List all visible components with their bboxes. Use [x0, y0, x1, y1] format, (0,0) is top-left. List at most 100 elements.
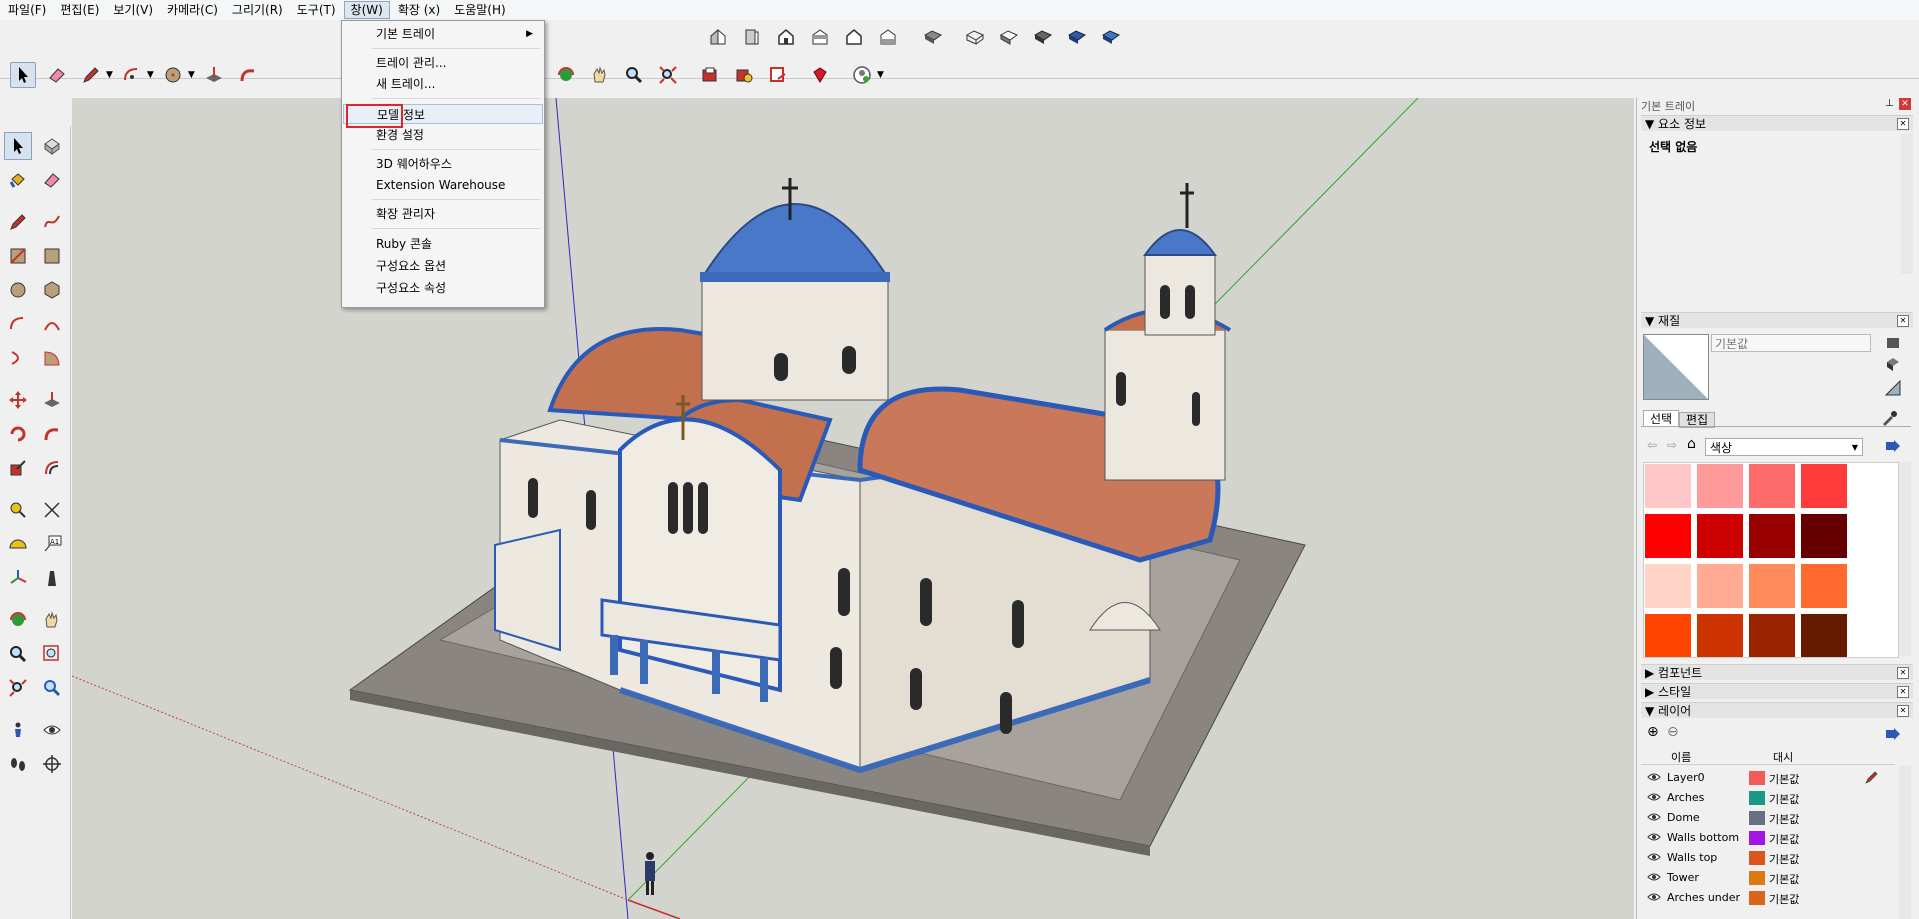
layer-color-swatch[interactable] [1749, 771, 1765, 785]
chevron-down-icon[interactable]: ▼ [877, 70, 884, 80]
push-pull-tool-icon[interactable] [201, 62, 227, 88]
polygon-tool-icon[interactable] [38, 276, 66, 304]
shaded-textures-style-icon[interactable] [1064, 24, 1090, 50]
line-tool-icon[interactable] [4, 208, 32, 236]
layer-color-swatch[interactable] [1749, 831, 1765, 845]
dimension-tool-icon[interactable] [38, 496, 66, 524]
layer-dash[interactable]: 기본값 [1769, 771, 1799, 787]
select-tool-icon[interactable] [4, 132, 32, 160]
eye-icon[interactable] [1647, 792, 1661, 802]
color-swatch[interactable] [1644, 463, 1692, 509]
arc-tool-icon[interactable] [119, 62, 145, 88]
layer-row[interactable]: Arches 기본값 [1641, 788, 1889, 808]
material-name-field[interactable]: 기본값 [1711, 334, 1871, 352]
color-swatch[interactable] [1644, 613, 1692, 657]
close-icon[interactable]: ✕ [1897, 118, 1909, 130]
xray-style-icon[interactable] [920, 24, 946, 50]
menu-2[interactable]: 보기(V) [107, 1, 159, 19]
layer-row[interactable]: Dome 기본값 [1641, 808, 1889, 828]
layer-color-swatch[interactable] [1749, 871, 1765, 885]
menu-7[interactable]: 확장 (x) [392, 1, 446, 19]
section-plane-icon[interactable] [38, 750, 66, 778]
share-model-icon[interactable] [731, 62, 757, 88]
hidden-line-style-icon[interactable] [996, 24, 1022, 50]
scale-tool-icon[interactable] [4, 454, 32, 482]
pan-tool-icon[interactable] [38, 606, 66, 634]
layer-color-swatch[interactable] [1749, 811, 1765, 825]
tape-measure-icon[interactable] [4, 496, 32, 524]
look-around-icon[interactable] [38, 716, 66, 744]
tab-select[interactable]: 선택 [1643, 410, 1679, 427]
forward-arrow-icon[interactable]: ⇨ [1667, 438, 1677, 452]
color-swatch[interactable] [1748, 613, 1796, 657]
close-icon[interactable]: ✕ [1897, 686, 1909, 698]
menu-3[interactable]: 카메라(C) [161, 1, 224, 19]
front-view-icon[interactable] [773, 24, 799, 50]
components-header[interactable]: ▶ 컴포넌트 ✕ [1641, 664, 1913, 680]
top-view-icon[interactable] [739, 24, 765, 50]
close-icon[interactable]: ✕ [1899, 98, 1911, 110]
text-tool-icon[interactable]: A1 [38, 530, 66, 558]
menu-8[interactable]: 도움말(H) [448, 1, 512, 19]
rotated-rectangle-tool-icon[interactable] [38, 242, 66, 270]
delete-layer-icon[interactable]: ⊖ [1667, 724, 1679, 740]
wireframe-style-icon[interactable] [962, 24, 988, 50]
eraser-tool-icon[interactable] [38, 166, 66, 194]
select-tool-icon[interactable] [10, 62, 36, 88]
back-view-icon[interactable] [841, 24, 867, 50]
make-component-icon[interactable] [38, 132, 66, 160]
color-swatch[interactable] [1644, 513, 1692, 559]
layer-dash[interactable]: 기본값 [1769, 851, 1799, 867]
pin-icon[interactable]: ⊥ [1885, 99, 1895, 109]
menu-4[interactable]: 그리기(R) [226, 1, 289, 19]
layer-row[interactable]: Layer0 기본값 [1641, 768, 1889, 788]
color-swatch[interactable] [1696, 563, 1744, 609]
previous-view-icon[interactable] [38, 674, 66, 702]
close-icon[interactable]: ✕ [1897, 315, 1909, 327]
three-point-arc-icon[interactable] [4, 344, 32, 372]
layer-row[interactable]: Walls top 기본값 [1641, 848, 1889, 868]
default-material-icon[interactable] [1885, 356, 1903, 372]
materials-header[interactable]: ▼ 재질 ✕ [1641, 312, 1913, 328]
color-swatch[interactable] [1696, 513, 1744, 559]
eye-icon[interactable] [1647, 772, 1661, 782]
close-icon[interactable]: ✕ [1897, 667, 1909, 679]
eye-icon[interactable] [1647, 832, 1661, 842]
two-point-arc-icon[interactable] [38, 310, 66, 338]
color-swatch[interactable] [1800, 513, 1848, 559]
3d-text-icon[interactable] [38, 564, 66, 592]
offset-tool-icon[interactable] [38, 454, 66, 482]
create-material-icon[interactable] [1885, 334, 1903, 350]
menu-6[interactable]: 창(W) [343, 1, 390, 19]
model-viewport[interactable] [72, 98, 1634, 919]
menu-item-component-attributes[interactable]: 구성요소 속성 [343, 278, 543, 298]
scrollbar[interactable] [1901, 134, 1913, 274]
layer-dash[interactable]: 기본값 [1769, 871, 1799, 887]
menu-1[interactable]: 편집(E) [54, 1, 105, 19]
menu-item-component-options[interactable]: 구성요소 옵션 [343, 256, 543, 276]
pie-tool-icon[interactable] [38, 344, 66, 372]
chevron-down-icon[interactable]: ▼ [188, 70, 195, 80]
color-swatch[interactable] [1800, 463, 1848, 509]
pencil-tool-icon[interactable] [78, 62, 104, 88]
color-swatch[interactable] [1748, 463, 1796, 509]
layer-row[interactable]: Tower 기본값 [1641, 868, 1889, 888]
warehouse-icon[interactable] [697, 62, 723, 88]
menu-item-manage-trays[interactable]: 트레이 관리... [343, 53, 543, 73]
shaded-style-icon[interactable] [1030, 24, 1056, 50]
orbit-tool-icon[interactable] [4, 606, 32, 634]
color-swatch[interactable] [1800, 613, 1848, 657]
layer-row[interactable]: Walls bottom 기본값 [1641, 828, 1889, 848]
menu-0[interactable]: 파일(F) [2, 1, 52, 19]
home-icon[interactable]: ⌂ [1687, 436, 1696, 452]
color-swatch[interactable] [1748, 513, 1796, 559]
layer-dash[interactable]: 기본값 [1769, 891, 1799, 907]
position-camera-icon[interactable] [4, 716, 32, 744]
eye-icon[interactable] [1647, 852, 1661, 862]
scrollbar[interactable] [1899, 766, 1911, 919]
eraser-tool-icon[interactable] [44, 62, 70, 88]
menu-item-ruby-console[interactable]: Ruby 콘솔 [343, 234, 543, 254]
layer-details-icon[interactable] [1885, 726, 1901, 742]
layer-color-swatch[interactable] [1749, 851, 1765, 865]
color-swatch[interactable] [1696, 463, 1744, 509]
